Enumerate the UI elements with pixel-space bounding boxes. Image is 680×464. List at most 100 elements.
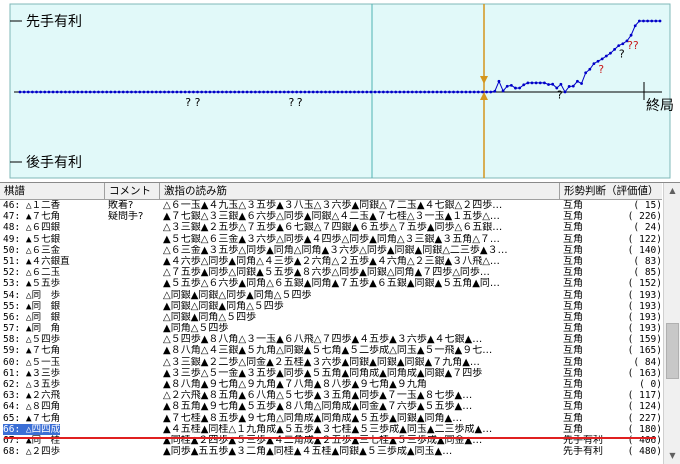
evaluation-point bbox=[320, 90, 323, 94]
eval-label: 互角 bbox=[563, 367, 583, 379]
move-text: 61: ▲３三歩 bbox=[3, 367, 61, 379]
evaluation-graph-canvas[interactable]: 先手有利 後手有利 終局 ? ???????? bbox=[0, 0, 680, 182]
move-row[interactable]: 50: △６三金 △６三金▲３五歩△同歩▲同角△同角▲３六歩△同歩▲同銀▲同銀△二… bbox=[0, 245, 662, 256]
evaluation-point bbox=[245, 90, 249, 94]
evaluation-point bbox=[518, 86, 522, 90]
evaluation-point bbox=[580, 82, 583, 85]
move-row[interactable]: 51: ▲４六銀直 ▲４六歩△同歩▲同角△４三歩▲２六角△２五歩▲４六角△２三銀▲… bbox=[0, 256, 662, 267]
evaluation-point bbox=[113, 90, 117, 94]
evaluation-point bbox=[303, 90, 307, 94]
evaluation-annotation: ? bbox=[297, 96, 303, 109]
move-row[interactable]: 57: ▲同 角 ▲同角△５四歩 互角 ( 193) bbox=[0, 323, 662, 334]
comment-cell bbox=[105, 290, 160, 301]
evaluation-point bbox=[604, 54, 608, 58]
evaluation-point bbox=[311, 90, 315, 94]
vertical-scrollbar[interactable]: ▲ ▼ bbox=[663, 183, 680, 464]
eval-value: ( 85) bbox=[633, 267, 662, 279]
eval-value: ( 165) bbox=[627, 345, 662, 357]
evaluation-point bbox=[35, 90, 38, 94]
evaluation-point bbox=[175, 90, 179, 94]
evaluation-point bbox=[526, 81, 530, 85]
evaluation-point bbox=[88, 90, 92, 94]
evaluation-point bbox=[489, 90, 493, 94]
header-eval[interactable]: 形勢判断（評価値） bbox=[560, 183, 662, 199]
pv-cell: ▲同角△５四歩 bbox=[163, 323, 229, 335]
eval-label: 互角 bbox=[563, 300, 583, 312]
move-row[interactable]: 66: △四四成 ▲４五桂▲同桂△１九角成▲５五歩▲３七桂▲５三歩成▲同玉▲二三歩… bbox=[0, 423, 662, 435]
move-row[interactable]: 58: △５四歩 △５四歩▲８八角△３一玉▲６八飛△７四歩▲４五歩▲３六歩▲４七銀… bbox=[0, 334, 662, 345]
eval-label: 互角 bbox=[563, 412, 583, 424]
move-row[interactable]: 64: △８四角 ▲８五角▲９七角▲５五歩▲８八角△同角成▲同金▲７六歩▲５五歩▲… bbox=[0, 401, 662, 412]
scroll-up-button[interactable]: ▲ bbox=[665, 183, 680, 199]
evaluation-point bbox=[419, 90, 422, 94]
header-move[interactable]: 棋譜 bbox=[0, 183, 105, 199]
eval-label: 互角 bbox=[563, 356, 583, 368]
move-row[interactable]: 59: ▲７七角 ▲８八角△４三銀▲５九角△同銀▲５七角▲５二歩成△同玉▲５一飛▲… bbox=[0, 345, 662, 356]
move-row[interactable]: 47: ▲７七角 疑問手? ▲７七銀△３三銀▲６六歩△同歩▲同銀△４二玉▲７七桂△３… bbox=[0, 211, 662, 222]
move-row[interactable]: 49: ▲５七銀 ▲５七銀△６三金▲３六歩△同歩▲４四歩△同歩▲同角△３三銀▲３五… bbox=[0, 234, 662, 245]
move-cell: 54: △同 歩 bbox=[0, 290, 105, 301]
scroll-down-button[interactable]: ▼ bbox=[665, 448, 680, 464]
comment-cell bbox=[105, 357, 160, 368]
evaluation-point bbox=[423, 90, 427, 94]
move-row[interactable]: 48: △６四銀 △３三銀▲２五歩△７五歩▲６七銀△７四銀▲６五歩△７五歩▲同歩△… bbox=[0, 222, 662, 233]
evaluation-point bbox=[344, 90, 348, 94]
header-comment[interactable]: コメント bbox=[105, 183, 160, 199]
eval-cell: 互角 ( 193) bbox=[560, 312, 662, 323]
evaluation-point bbox=[328, 90, 332, 94]
evaluation-point bbox=[101, 90, 104, 94]
eval-value: ( 83) bbox=[633, 255, 662, 267]
evaluation-point bbox=[600, 57, 604, 61]
eval-value: ( 0) bbox=[639, 379, 662, 390]
move-row[interactable]: 60: △５一玉 △３三銀▲２二歩△同金▲２五桂▲３六歩▲同銀▲同銀▲同銀▲７九角… bbox=[0, 357, 662, 368]
eval-cell: 互角 ( 24) bbox=[560, 222, 662, 233]
move-row[interactable]: 55: ▲同 銀 ▲同銀△同銀▲同角△５四歩 互角 ( 193) bbox=[0, 301, 662, 312]
evaluation-point bbox=[196, 90, 199, 94]
comment-cell bbox=[105, 334, 160, 345]
move-row[interactable]: 53: ▲５五歩 ▲５五歩△６六歩▲同角△６五銀▲同角▲７五歩▲６五銀▲同銀▲５五… bbox=[0, 278, 662, 289]
move-row[interactable]: 46: △１二香 敗着? △６一玉▲４九玉△３五歩▲３八玉△３六歩▲同銀△７二玉▲４… bbox=[0, 200, 662, 211]
evaluation-point bbox=[613, 48, 616, 51]
evaluation-point bbox=[237, 90, 241, 94]
evaluation-point bbox=[332, 90, 336, 94]
evaluation-point bbox=[291, 90, 294, 94]
evaluation-point bbox=[253, 90, 257, 94]
evaluation-point bbox=[353, 90, 356, 94]
scroll-thumb[interactable] bbox=[666, 323, 679, 379]
header-pv[interactable]: 激指の読み筋 bbox=[160, 183, 560, 199]
evaluation-point bbox=[646, 19, 650, 23]
move-list-header: 棋譜 コメント 激指の読み筋 形勢判断（評価値） bbox=[0, 183, 662, 200]
evaluation-point bbox=[163, 90, 166, 94]
move-list[interactable]: 46: △１二香 敗着? △６一玉▲４九玉△３五歩▲３八玉△３六歩▲同銀△７二玉▲４… bbox=[0, 200, 662, 464]
move-row[interactable]: 63: ▲２六飛 △２六飛▲８五角▲６八角△５七歩▲３五角▲同歩▲７一玉▲８七歩▲… bbox=[0, 390, 662, 401]
move-row[interactable]: 68: △２四歩 ▲同歩▲五五歩▲３二角▲同桂▲４五桂▲同銀▲５三歩成▲同玉▲… 先… bbox=[0, 446, 662, 457]
label-sente-advantage: 先手有利 bbox=[26, 14, 82, 30]
eval-value: ( 117) bbox=[627, 390, 662, 402]
move-text: 48: △６四銀 bbox=[3, 222, 61, 234]
move-row[interactable]: 61: ▲３三歩 ▲３三歩△５一金▲３五歩▲同歩▲５五角▲同角成▲同角成▲同銀▲７… bbox=[0, 368, 662, 379]
pv-cell: ▲５七銀△６三金▲３六歩△同歩▲４四歩△同歩▲同角△３三銀▲３五角△７… bbox=[163, 233, 500, 245]
evaluation-point bbox=[439, 90, 443, 94]
move-row[interactable]: 62: △３五歩 ▲８八角▲９七角△９九角▲７八角▲８八歩▲９七角▲９九角 互角 ( … bbox=[0, 379, 662, 390]
comment-cell bbox=[105, 222, 160, 233]
evaluation-point bbox=[26, 90, 30, 94]
move-row[interactable]: 52: △６二玉 △７五歩▲同歩△同銀▲５五歩▲８六歩△同歩▲同銀△同角▲７四歩△… bbox=[0, 267, 662, 278]
evaluation-point bbox=[121, 90, 125, 94]
evaluation-point bbox=[249, 90, 253, 94]
evaluation-point bbox=[192, 90, 195, 94]
move-cell: 48: △６四銀 bbox=[0, 222, 105, 233]
evaluation-graph[interactable]: 先手有利 後手有利 終局 ? ???????? bbox=[0, 0, 680, 182]
eval-cell: 互角 ( 15) bbox=[560, 200, 662, 211]
evaluation-point bbox=[361, 90, 365, 94]
move-row[interactable]: 54: △同 歩 △同銀▲同銀△同歩▲同角△５四歩 互角 ( 193) bbox=[0, 290, 662, 301]
move-row[interactable]: 56: △同 銀 △同銀▲同角△５四歩 互角 ( 193) bbox=[0, 312, 662, 323]
eval-cell: 互角 ( 159) bbox=[560, 334, 662, 345]
evaluation-point bbox=[427, 90, 431, 94]
evaluation-point bbox=[212, 90, 216, 94]
evaluation-point bbox=[130, 90, 133, 94]
move-cell: 63: ▲２六飛 bbox=[0, 390, 105, 401]
eval-label: 互角 bbox=[563, 379, 583, 390]
move-row[interactable]: 65: ▲７七角 ▲７七桂▲８五歩▲９七角△同角成▲同角成▲５五歩▲同銀▲同角▲…… bbox=[0, 413, 662, 424]
pv-cell: ▲３三歩△５一金▲３五歩▲同歩▲５五角▲同角成▲同角成▲同銀▲７四歩 bbox=[163, 367, 483, 379]
evaluation-point bbox=[435, 90, 439, 94]
